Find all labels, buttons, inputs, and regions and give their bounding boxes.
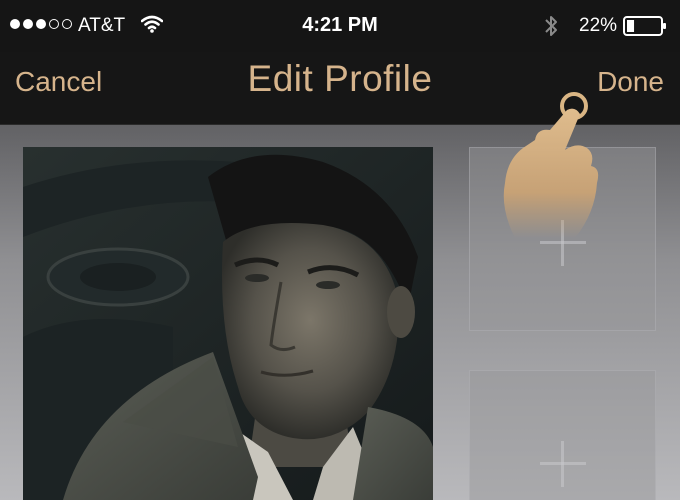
plus-icon [539, 441, 586, 487]
tap-hand-icon [503, 92, 599, 238]
empty-photo-slot[interactable] [469, 370, 656, 500]
profile-photo[interactable] [23, 147, 433, 500]
bluetooth-icon [545, 16, 557, 36]
status-bar: AT&T 4:21 PM 22% [0, 0, 680, 52]
profile-photo-image [23, 147, 433, 500]
battery-percent: 22% [579, 15, 618, 36]
edit-profile-screen: AT&T 4:21 PM 22% Cancel Edit Profile Don… [0, 0, 680, 500]
status-time: 4:21 PM [302, 14, 378, 36]
done-button[interactable]: Done [597, 66, 664, 98]
battery-icon [623, 16, 666, 36]
